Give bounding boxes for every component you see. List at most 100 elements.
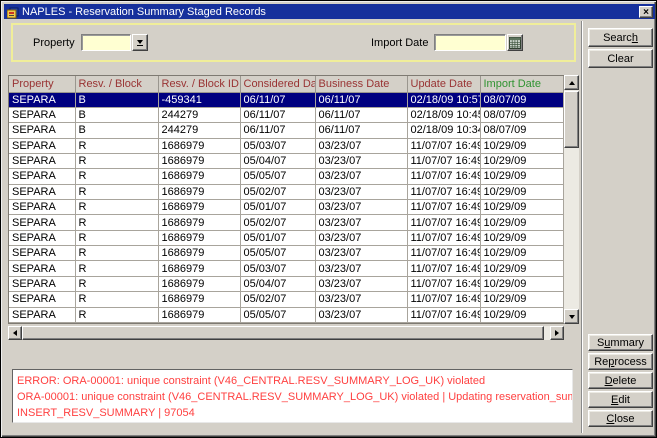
import-date-calendar-button[interactable] (507, 34, 523, 51)
table-cell: 05/05/07 (240, 169, 315, 184)
table-cell: 03/23/07 (315, 169, 407, 184)
table-cell: 10/29/09 (480, 153, 564, 168)
table-cell: 05/03/07 (240, 138, 315, 153)
edit-button[interactable]: Edit (588, 391, 653, 408)
table-cell: 1686979 (158, 184, 240, 199)
arrow-down-icon (569, 315, 575, 319)
table-cell: -459341 (158, 92, 240, 107)
table-row[interactable]: SEPARAR168697905/01/0703/23/0711/07/07 1… (9, 200, 564, 215)
table-row[interactable]: SEPARAR168697905/01/0703/23/0711/07/07 1… (9, 230, 564, 245)
horizontal-scrollbar[interactable] (8, 326, 564, 340)
table-cell: 05/05/07 (240, 307, 315, 322)
table-cell: 05/03/07 (240, 261, 315, 276)
delete-button[interactable]: Delete (588, 372, 653, 389)
grid-header-row: PropertyResv. / BlockResv. / Block IDCon… (9, 76, 564, 92)
table-cell: SEPARA (9, 261, 75, 276)
table-cell: 10/29/09 (480, 169, 564, 184)
search-filter-panel: Property Import Date (11, 23, 576, 62)
import-date-field-group: Import Date (371, 34, 523, 51)
table-cell: 05/04/07 (240, 153, 315, 168)
property-dropdown-button[interactable] (132, 34, 148, 51)
table-cell: R (75, 200, 158, 215)
table-cell: 08/07/09 (480, 92, 564, 107)
table-row[interactable]: SEPARAR168697905/02/0703/23/0711/07/07 1… (9, 184, 564, 199)
table-cell: 1686979 (158, 307, 240, 322)
property-input[interactable] (81, 34, 131, 51)
property-field-group: Property (33, 34, 148, 51)
table-cell: SEPARA (9, 215, 75, 230)
column-header-resv-block-id: Resv. / Block ID (158, 76, 240, 92)
table-cell: R (75, 246, 158, 261)
table-row[interactable]: SEPARAR168697905/03/0703/23/0711/07/07 1… (9, 261, 564, 276)
close-icon: × (643, 7, 649, 18)
error-line: ERROR: ORA-00001: unique constraint (V46… (17, 373, 568, 389)
table-cell: 244279 (158, 107, 240, 122)
table-cell: SEPARA (9, 276, 75, 291)
table-cell: 05/02/07 (240, 184, 315, 199)
table-cell: 10/29/09 (480, 215, 564, 230)
table-cell: SEPARA (9, 92, 75, 107)
table-cell: 11/07/07 16:49 (407, 200, 480, 215)
error-line: ORA-00001: unique constraint (V46_CENTRA… (17, 389, 568, 405)
table-cell: 1686979 (158, 153, 240, 168)
table-row[interactable]: SEPARAR168697905/05/0703/23/0711/07/07 1… (9, 169, 564, 184)
table-row[interactable]: SEPARAR168697905/04/0703/23/0711/07/07 1… (9, 276, 564, 291)
column-header-import-date: Import Date (480, 76, 564, 92)
table-cell: 11/07/07 16:49 (407, 246, 480, 261)
column-header-business-date: Business Date (315, 76, 407, 92)
table-cell: R (75, 184, 158, 199)
scroll-right-button[interactable] (550, 326, 564, 340)
table-cell: 03/23/07 (315, 200, 407, 215)
table-row[interactable]: SEPARAR168697905/03/0703/23/0711/07/07 1… (9, 138, 564, 153)
arrow-left-icon (13, 330, 17, 336)
table-cell: 10/29/09 (480, 307, 564, 322)
table-cell: 10/29/09 (480, 230, 564, 245)
table-cell: 06/11/07 (240, 123, 315, 138)
table-cell: 02/18/09 10:57 (407, 92, 480, 107)
table-cell: 06/11/07 (315, 92, 407, 107)
error-message-box: ERROR: ORA-00001: unique constraint (V46… (12, 369, 573, 423)
column-header-property: Property (9, 76, 75, 92)
table-cell: 02/18/09 10:34 (407, 123, 480, 138)
table-cell: 08/07/09 (480, 107, 564, 122)
summary-button[interactable]: Summary (588, 334, 653, 351)
table-cell: 06/11/07 (240, 107, 315, 122)
table-cell: 03/23/07 (315, 138, 407, 153)
table-cell: 11/07/07 16:49 (407, 261, 480, 276)
close-button[interactable]: Close (588, 410, 653, 427)
table-cell: SEPARA (9, 138, 75, 153)
vertical-scrollbar[interactable] (564, 75, 579, 324)
search-button[interactable]: Search (588, 28, 653, 47)
table-cell: SEPARA (9, 307, 75, 322)
table-cell: 02/18/09 10:45 (407, 107, 480, 122)
clear-button[interactable]: Clear (588, 49, 653, 68)
scroll-down-button[interactable] (564, 309, 579, 324)
table-cell: 1686979 (158, 169, 240, 184)
reprocess-button[interactable]: Reprocess (588, 353, 653, 370)
table-cell: 03/23/07 (315, 307, 407, 322)
table-row[interactable]: SEPARAB24427906/11/0706/11/0702/18/09 10… (9, 123, 564, 138)
table-cell: 05/02/07 (240, 215, 315, 230)
action-button-stack: Summary Reprocess Delete Edit Close (588, 334, 653, 429)
vertical-scrollbar-thumb[interactable] (564, 91, 579, 148)
scroll-left-button[interactable] (8, 326, 22, 340)
table-row[interactable]: SEPARAR168697905/04/0703/23/0711/07/07 1… (9, 153, 564, 168)
table-cell: 11/07/07 16:49 (407, 153, 480, 168)
table-row[interactable]: SEPARAB-45934106/11/0706/11/0702/18/09 1… (9, 92, 564, 107)
table-row[interactable]: SEPARAR168697905/02/0703/23/0711/07/07 1… (9, 215, 564, 230)
table-row[interactable]: SEPARAR168697905/05/0703/23/0711/07/07 1… (9, 307, 564, 322)
table-row[interactable]: SEPARAB24427906/11/0706/11/0702/18/09 10… (9, 107, 564, 122)
table-row[interactable]: SEPARAR168697905/05/0703/23/0711/07/07 1… (9, 246, 564, 261)
table-cell: 06/11/07 (315, 107, 407, 122)
table-cell: 11/07/07 16:49 (407, 138, 480, 153)
table-cell: R (75, 230, 158, 245)
scroll-up-button[interactable] (564, 75, 579, 90)
table-cell: 06/11/07 (240, 92, 315, 107)
table-row[interactable]: SEPARAR168697905/02/0703/23/0711/07/07 1… (9, 292, 564, 307)
close-button[interactable]: × (639, 6, 653, 18)
column-header-resv-block: Resv. / Block (75, 76, 158, 92)
import-date-input[interactable] (434, 34, 506, 51)
table-cell: 05/01/07 (240, 230, 315, 245)
records-grid: PropertyResv. / BlockResv. / Block IDCon… (8, 75, 565, 324)
horizontal-scrollbar-thumb[interactable] (22, 326, 544, 340)
